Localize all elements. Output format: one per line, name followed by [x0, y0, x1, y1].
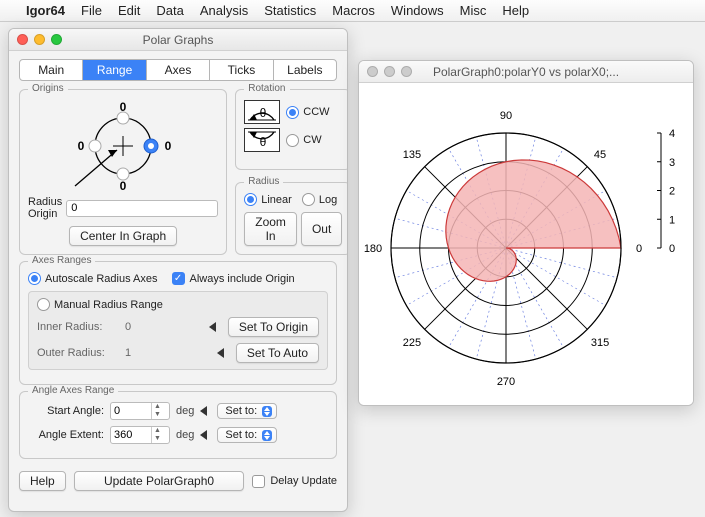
- menu-windows[interactable]: Windows: [391, 3, 444, 18]
- svg-text:315: 315: [591, 337, 609, 349]
- panel-titlebar[interactable]: Polar Graphs: [9, 29, 347, 51]
- angle-axes-range-group: Angle Axes Range Start Angle: ▲▼ deg Set…: [19, 391, 337, 459]
- polar-graph-window: PolarGraph0:polarY0 vs polarX0;... 0 45 90…: [358, 60, 694, 406]
- set-to-origin-button[interactable]: Set To Origin: [228, 317, 319, 337]
- angle-extent-unit: deg: [176, 429, 194, 441]
- stepper-down-icon[interactable]: ▼: [152, 411, 163, 419]
- svg-text:0: 0: [120, 100, 127, 114]
- menu-analysis[interactable]: Analysis: [200, 3, 248, 18]
- center-in-graph-button[interactable]: Center In Graph: [69, 226, 177, 246]
- tab-axes[interactable]: Axes: [147, 60, 210, 80]
- start-angle-setto-popup[interactable]: Set to:: [217, 403, 277, 419]
- svg-text:0: 0: [669, 243, 675, 255]
- axes-ranges-group: Axes Ranges Autoscale Radius Axes ✓Alway…: [19, 261, 337, 385]
- tab-range[interactable]: Range: [83, 60, 146, 80]
- svg-text:180: 180: [364, 243, 382, 255]
- stepper-up-icon[interactable]: ▲: [152, 427, 163, 435]
- angle-extent-setto-popup[interactable]: Set to:: [217, 427, 277, 443]
- close-icon[interactable]: [17, 34, 28, 45]
- menubar: Igor64 File Edit Data Analysis Statistic…: [0, 0, 705, 22]
- svg-text:225: 225: [403, 337, 421, 349]
- ccw-icon: θ: [244, 100, 280, 124]
- angle-extent-label: Angle Extent:: [28, 429, 104, 441]
- set-to-auto-button[interactable]: Set To Auto: [236, 343, 319, 363]
- menu-edit[interactable]: Edit: [118, 3, 140, 18]
- svg-text:135: 135: [403, 149, 421, 161]
- start-angle-unit: deg: [176, 405, 194, 417]
- delay-update-check[interactable]: Delay Update: [252, 475, 337, 488]
- svg-text:3: 3: [669, 157, 675, 169]
- svg-text:45: 45: [594, 149, 606, 161]
- cw-icon: θ: [244, 128, 280, 152]
- start-angle-label: Start Angle:: [28, 405, 104, 417]
- panel-tabs: Main Range Axes Ticks Labels: [19, 59, 337, 81]
- inner-radius-label: Inner Radius:: [37, 321, 117, 333]
- polar-graphs-panel: Polar Graphs Main Range Axes Ticks Label…: [8, 28, 348, 512]
- menu-file[interactable]: File: [81, 3, 102, 18]
- angle-extent-unit-popup-icon[interactable]: [200, 430, 207, 440]
- svg-text:0: 0: [636, 243, 642, 255]
- zoom-icon[interactable]: [401, 66, 412, 77]
- always-include-origin-check[interactable]: ✓Always include Origin: [172, 272, 295, 285]
- outer-radius-value: 1: [125, 347, 145, 359]
- svg-text:0: 0: [165, 139, 172, 153]
- menu-macros[interactable]: Macros: [332, 3, 375, 18]
- svg-text:1: 1: [669, 214, 675, 226]
- stepper-up-icon[interactable]: ▲: [152, 403, 163, 411]
- origins-label: Origins: [28, 83, 68, 94]
- svg-text:θ: θ: [260, 106, 267, 120]
- radius-label: Radius: [244, 176, 283, 187]
- svg-text:0: 0: [120, 179, 127, 192]
- zoom-icon[interactable]: [51, 34, 62, 45]
- tab-ticks[interactable]: Ticks: [210, 60, 273, 80]
- svg-text:0: 0: [78, 139, 85, 153]
- radius-origin-input[interactable]: [66, 200, 218, 217]
- axes-ranges-label: Axes Ranges: [28, 255, 95, 266]
- tab-labels[interactable]: Labels: [274, 60, 336, 80]
- help-button[interactable]: Help: [19, 471, 66, 491]
- tab-main[interactable]: Main: [20, 60, 83, 80]
- menu-misc[interactable]: Misc: [460, 3, 487, 18]
- start-angle-input[interactable]: ▲▼: [110, 402, 170, 420]
- menu-help[interactable]: Help: [502, 3, 529, 18]
- rotation-label: Rotation: [244, 83, 289, 94]
- menu-app[interactable]: Igor64: [26, 3, 65, 18]
- rotation-ccw-radio[interactable]: CCW: [286, 106, 329, 119]
- radius-linear-radio[interactable]: Linear: [244, 193, 292, 206]
- svg-text:θ: θ: [260, 135, 267, 149]
- rotation-group: Rotation θ CCW θ CW: [235, 89, 348, 170]
- radius-origin-label: Radius Origin: [28, 196, 62, 220]
- svg-text:2: 2: [669, 186, 675, 198]
- minimize-icon[interactable]: [34, 34, 45, 45]
- outer-radius-popup-icon[interactable]: [217, 348, 224, 358]
- outer-radius-label: Outer Radius:: [37, 347, 117, 359]
- svg-text:270: 270: [497, 376, 515, 388]
- zoom-in-button[interactable]: Zoom In: [244, 212, 297, 246]
- start-angle-unit-popup-icon[interactable]: [200, 406, 207, 416]
- rotation-cw-radio[interactable]: CW: [286, 134, 321, 147]
- close-icon[interactable]: [367, 66, 378, 77]
- autoscale-radio[interactable]: Autoscale Radius Axes: [28, 272, 158, 285]
- polar-plot[interactable]: 0 45 90 135 180 225 270 315 0 1 2 3 4: [361, 93, 687, 403]
- inner-radius-value: 0: [125, 321, 145, 333]
- angle-axes-range-label: Angle Axes Range: [28, 385, 118, 396]
- origins-group: Origins 0 0 0 0: [19, 89, 227, 255]
- radius-group: Radius Linear Log Zoom In Out: [235, 182, 348, 255]
- inner-radius-popup-icon[interactable]: [209, 322, 216, 332]
- svg-text:90: 90: [500, 110, 512, 122]
- stepper-down-icon[interactable]: ▼: [152, 435, 163, 443]
- menu-data[interactable]: Data: [156, 3, 183, 18]
- graph-titlebar[interactable]: PolarGraph0:polarY0 vs polarX0;...: [359, 61, 693, 83]
- svg-text:4: 4: [669, 128, 675, 140]
- menu-statistics[interactable]: Statistics: [264, 3, 316, 18]
- angle-extent-input[interactable]: ▲▼: [110, 426, 170, 444]
- update-graph-button[interactable]: Update PolarGraph0: [74, 471, 245, 491]
- origins-diagram[interactable]: 0 0 0 0: [53, 100, 193, 192]
- manual-radius-radio[interactable]: Manual Radius Range: [37, 298, 319, 311]
- radius-log-radio[interactable]: Log: [302, 193, 337, 206]
- manual-radius-subgroup: Manual Radius Range Inner Radius: 0 Set …: [28, 291, 328, 370]
- zoom-out-button[interactable]: Out: [301, 212, 342, 246]
- minimize-icon[interactable]: [384, 66, 395, 77]
